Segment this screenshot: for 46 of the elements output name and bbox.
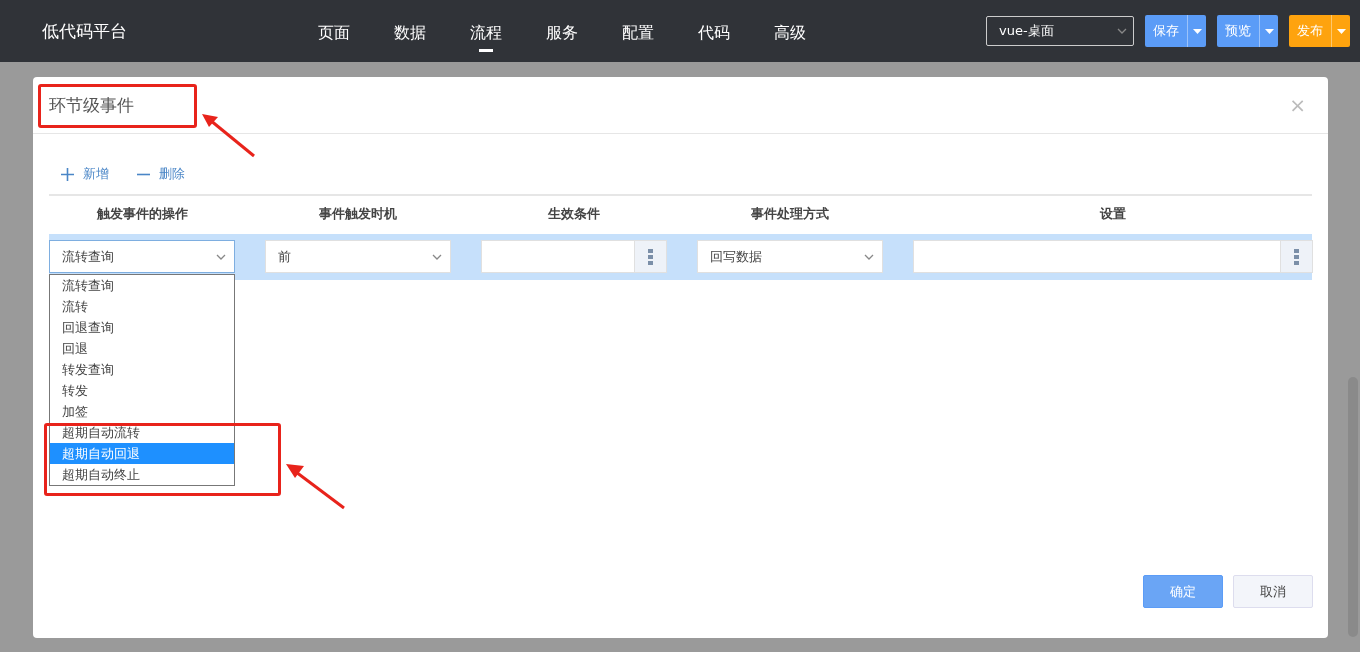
annotation-arrow: [202, 114, 256, 158]
chevron-down-icon: [1117, 28, 1127, 34]
select-field[interactable]: 流转查询: [49, 240, 235, 273]
nav-tab[interactable]: 服务: [524, 14, 600, 54]
nav-tab[interactable]: 数据: [372, 14, 448, 54]
more-button[interactable]: [1280, 241, 1312, 272]
dropdown-option[interactable]: 流转查询: [50, 275, 234, 296]
toolbar-button[interactable]: 删除: [137, 165, 185, 183]
more-icon: [1294, 248, 1299, 265]
input-field[interactable]: [481, 240, 667, 273]
dialog-title: 环节级事件: [49, 93, 134, 117]
column-header: 设置: [1099, 205, 1127, 223]
app-logo: 低代码平台: [42, 19, 128, 43]
toolbar-button[interactable]: 新增: [61, 165, 109, 183]
nav-tab[interactable]: 流程: [448, 14, 524, 54]
dropdown-option[interactable]: 超期自动流转: [50, 422, 234, 443]
dropdown-option[interactable]: 转发查询: [50, 359, 234, 380]
caret-icon: [1264, 28, 1274, 34]
column-header: 事件处理方式: [750, 205, 830, 223]
chevron-down-icon: [864, 253, 874, 260]
input-field[interactable]: [913, 240, 1313, 273]
plus-icon: [61, 167, 74, 181]
caret-icon: [1192, 28, 1202, 34]
dialog-button[interactable]: 取消: [1233, 575, 1313, 608]
select-field[interactable]: 回写数据: [697, 240, 883, 273]
dropdown-option[interactable]: 加签: [50, 401, 234, 422]
nav-tab[interactable]: 配置: [600, 14, 676, 54]
environment-select[interactable]: vue-桌面: [986, 16, 1134, 46]
annotation-arrow: [286, 464, 346, 510]
caret-icon: [1336, 28, 1346, 34]
nav-tab[interactable]: 页面: [296, 14, 372, 54]
chevron-down-icon: [216, 253, 226, 260]
more-icon: [648, 248, 653, 265]
column-header: 事件触发时机: [318, 205, 398, 223]
dropdown-option[interactable]: 流转: [50, 296, 234, 317]
chevron-down-icon: [432, 253, 442, 260]
column-header: 触发事件的操作: [95, 205, 189, 223]
dropdown-option[interactable]: 转发: [50, 380, 234, 401]
dropdown-option[interactable]: 超期自动终止: [50, 464, 234, 485]
dropdown-option[interactable]: 回退: [50, 338, 234, 359]
nav-tab[interactable]: 代码: [676, 14, 752, 54]
nav-tab[interactable]: 高级: [752, 14, 828, 54]
dropdown-option[interactable]: 回退查询: [50, 317, 234, 338]
select-field[interactable]: 前: [265, 240, 451, 273]
column-header: 生效条件: [547, 205, 601, 223]
more-button[interactable]: [634, 241, 666, 272]
